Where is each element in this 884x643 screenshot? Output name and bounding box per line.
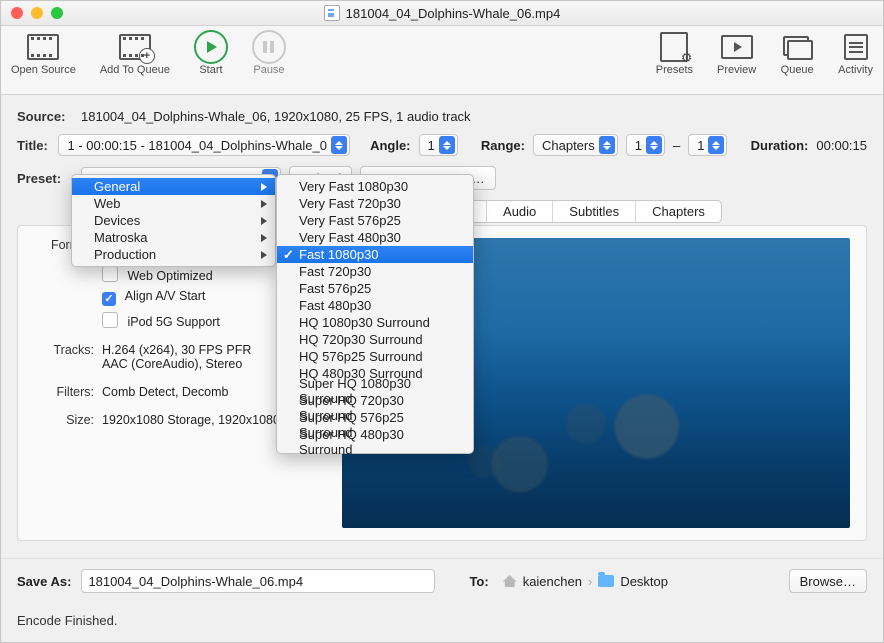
angle-popup[interactable]: 1 (419, 134, 458, 156)
start-label: Start (199, 64, 222, 76)
align-av-label: Align A/V Start (125, 289, 206, 303)
range-label: Range: (481, 138, 525, 153)
menu-item-fast-1080p30[interactable]: Fast 1080p30 (277, 246, 473, 263)
filters-label: Filters: (34, 385, 102, 399)
menu-item-hq-720p30[interactable]: HQ 720p30 Surround (277, 331, 473, 348)
ipod-label: iPod 5G Support (127, 315, 219, 329)
open-source-label: Open Source (11, 64, 76, 76)
title-value: 1 - 00:00:15 - 181004_04_Dolphins-Whale_… (67, 138, 327, 153)
add-to-queue-button[interactable]: + Add To Queue (100, 32, 170, 76)
angle-label: Angle: (370, 138, 410, 153)
chevron-updown-icon (439, 136, 455, 154)
path-folder: Desktop (620, 574, 668, 589)
preset-category-menu: General Web Devices Matroska Production (71, 174, 276, 267)
path-user: kaienchen (523, 574, 582, 589)
film-icon (27, 34, 59, 60)
tracks-label: Tracks: (34, 343, 102, 371)
range-dash: – (673, 138, 680, 153)
title-popup[interactable]: 1 - 00:00:15 - 181004_04_Dolphins-Whale_… (58, 134, 350, 156)
browse-button[interactable]: Browse… (789, 569, 867, 593)
menu-item-hq-1080p30[interactable]: HQ 1080p30 Surround (277, 314, 473, 331)
menu-item-devices[interactable]: Devices (72, 212, 275, 229)
menu-item-hq-576p25[interactable]: HQ 576p25 Surround (277, 348, 473, 365)
preset-label: Preset: (17, 171, 73, 186)
to-label: To: (469, 574, 488, 589)
window-title-text: 181004_04_Dolphins-Whale_06.mp4 (346, 6, 561, 21)
menu-item-production[interactable]: Production (72, 246, 275, 263)
menu-item-general[interactable]: General (72, 178, 275, 195)
chevron-right-icon: › (588, 574, 592, 589)
web-optimized-checkbox[interactable] (102, 266, 118, 282)
menu-item-web[interactable]: Web (72, 195, 275, 212)
duration-value: 00:00:15 (816, 138, 867, 153)
activity-button[interactable]: Activity (838, 32, 873, 76)
menu-item-veryfast-1080p30[interactable]: Very Fast 1080p30 (277, 178, 473, 195)
folder-icon (598, 575, 614, 587)
home-icon (503, 575, 517, 587)
range-to-value: 1 (697, 138, 704, 153)
document-icon (324, 5, 340, 21)
start-button[interactable]: Start (194, 32, 228, 76)
main-toolbar: Open Source + Add To Queue Start Pause P… (1, 26, 883, 95)
preview-button[interactable]: Preview (717, 32, 756, 76)
title-label: Title: (17, 138, 50, 153)
activity-icon (844, 34, 868, 60)
range-from-value: 1 (635, 138, 642, 153)
film-plus-icon: + (119, 34, 151, 60)
presets-icon (660, 32, 688, 62)
menu-item-veryfast-720p30[interactable]: Very Fast 720p30 (277, 195, 473, 212)
ipod-checkbox[interactable] (102, 312, 118, 328)
play-icon (194, 30, 228, 64)
source-value: 181004_04_Dolphins-Whale_06, 1920x1080, … (81, 109, 471, 124)
web-optimized-label: Web Optimized (127, 269, 212, 283)
menu-item-fast-720p30[interactable]: Fast 720p30 (277, 263, 473, 280)
queue-label: Queue (781, 64, 814, 76)
titlebar: 181004_04_Dolphins-Whale_06.mp4 (1, 1, 883, 26)
menu-item-superhq-480p30[interactable]: Super HQ 480p30 Surround (277, 433, 473, 450)
tab-audio[interactable]: Audio (487, 201, 553, 222)
align-av-checkbox[interactable] (102, 292, 116, 306)
activity-label: Activity (838, 64, 873, 76)
preset-general-submenu: Very Fast 1080p30 Very Fast 720p30 Very … (276, 174, 474, 454)
angle-value: 1 (428, 138, 435, 153)
range-mode-popup[interactable]: Chapters (533, 134, 618, 156)
pause-label: Pause (253, 64, 284, 76)
chevron-updown-icon (646, 136, 662, 154)
chevron-updown-icon (331, 136, 347, 154)
menu-item-veryfast-480p30[interactable]: Very Fast 480p30 (277, 229, 473, 246)
pause-icon (252, 30, 286, 64)
queue-button[interactable]: Queue (780, 32, 814, 76)
tab-chapters[interactable]: Chapters (636, 201, 721, 222)
destination-path[interactable]: kaienchen › Desktop (503, 574, 668, 589)
add-to-queue-label: Add To Queue (100, 64, 170, 76)
open-source-button[interactable]: Open Source (11, 32, 76, 76)
source-label: Source: (17, 109, 73, 124)
menu-item-fast-480p30[interactable]: Fast 480p30 (277, 297, 473, 314)
chevron-updown-icon (599, 136, 615, 154)
preview-icon (721, 35, 753, 59)
menu-item-matroska[interactable]: Matroska (72, 229, 275, 246)
window-title: 181004_04_Dolphins-Whale_06.mp4 (1, 5, 883, 21)
save-as-field[interactable]: 181004_04_Dolphins-Whale_06.mp4 (81, 569, 435, 593)
status-text: Encode Finished. (1, 603, 883, 642)
range-to-popup[interactable]: 1 (688, 134, 727, 156)
range-from-popup[interactable]: 1 (626, 134, 665, 156)
duration-label: Duration: (751, 138, 809, 153)
tab-subtitles[interactable]: Subtitles (553, 201, 636, 222)
pause-button[interactable]: Pause (252, 32, 286, 76)
size-label: Size: (34, 413, 102, 427)
save-as-value: 181004_04_Dolphins-Whale_06.mp4 (88, 574, 303, 589)
presets-button[interactable]: Presets (656, 32, 693, 76)
range-mode-value: Chapters (542, 138, 595, 153)
queue-icon (783, 36, 811, 58)
menu-item-fast-576p25[interactable]: Fast 576p25 (277, 280, 473, 297)
save-row: Save As: 181004_04_Dolphins-Whale_06.mp4… (1, 558, 883, 603)
app-window: 181004_04_Dolphins-Whale_06.mp4 Open Sou… (0, 0, 884, 643)
save-as-label: Save As: (17, 574, 71, 589)
menu-item-veryfast-576p25[interactable]: Very Fast 576p25 (277, 212, 473, 229)
chevron-updown-icon (708, 136, 724, 154)
preview-label: Preview (717, 64, 756, 76)
